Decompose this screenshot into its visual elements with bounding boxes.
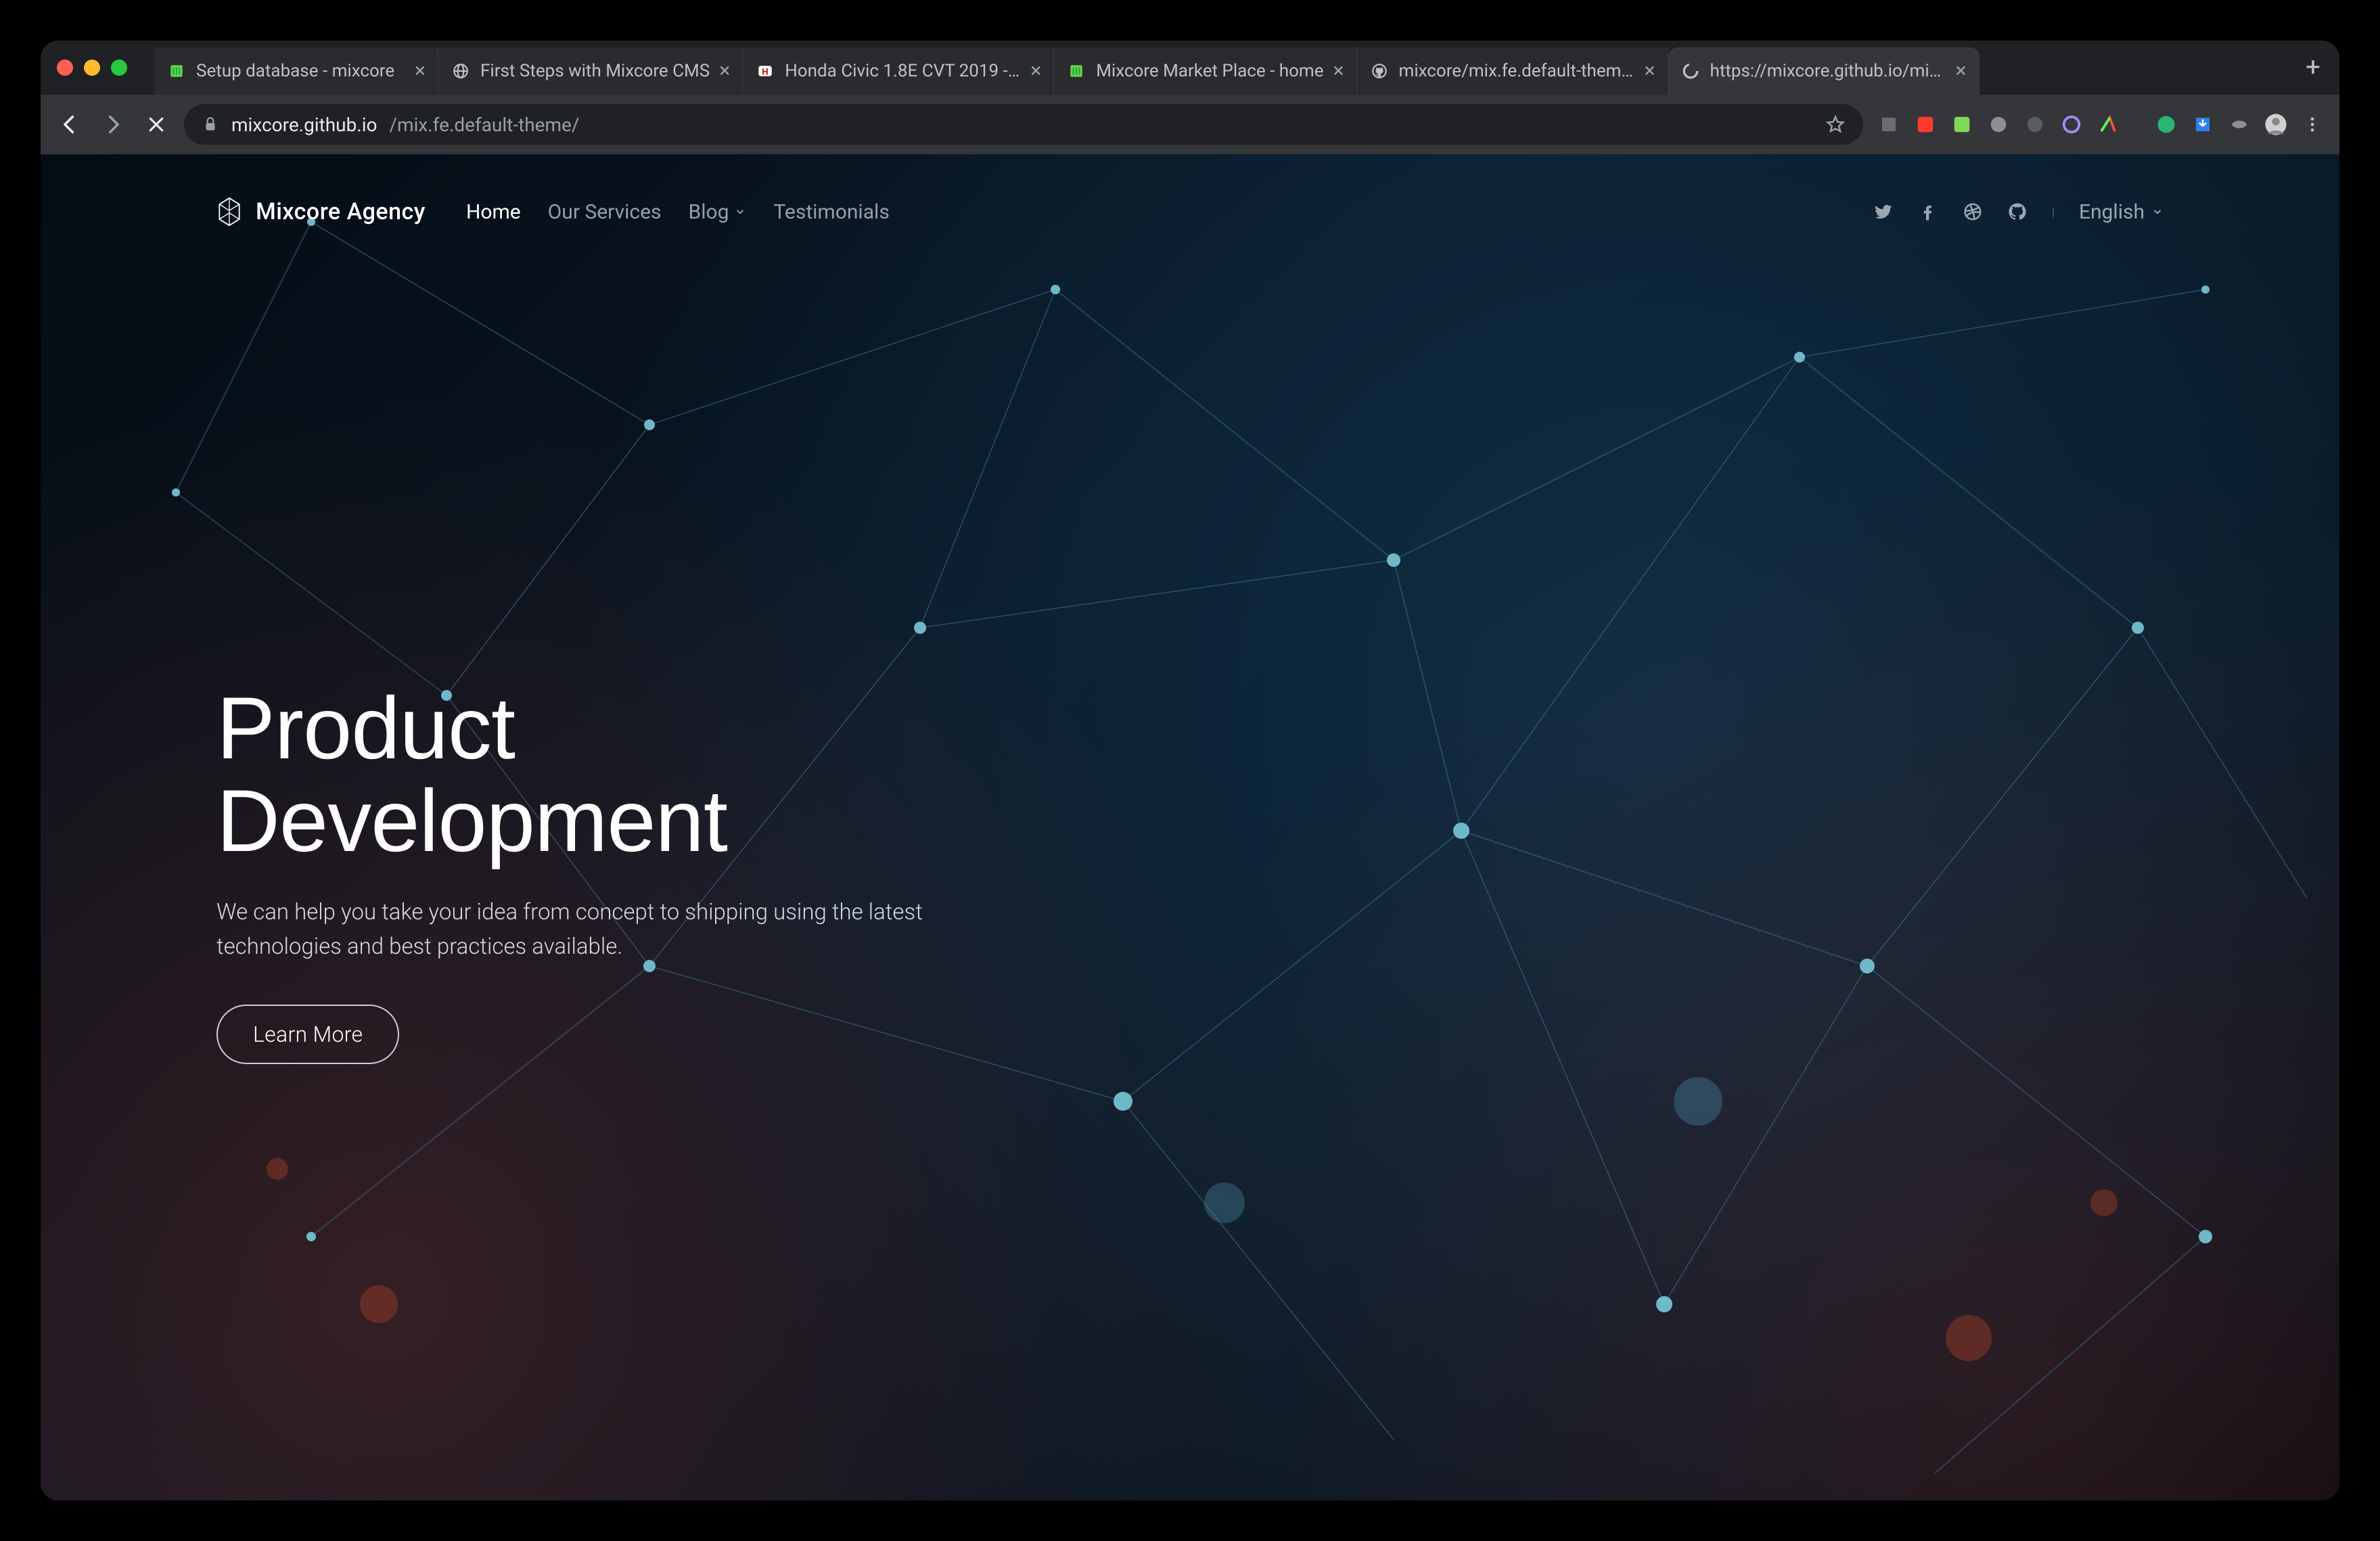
tab-strip: Setup database - mixcore × First Steps w… — [41, 41, 2339, 95]
nav-home[interactable]: Home — [466, 200, 521, 224]
tab-label: Honda Civic 1.8E CVT 2019 - 2 — [785, 61, 1021, 81]
tab-close-icon[interactable]: × — [1645, 61, 1655, 81]
bookmark-star-icon[interactable] — [1825, 114, 1846, 135]
page-viewport: Mixcore Agency Home Our Services Blog Te… — [41, 154, 2339, 1500]
window-maximize-button[interactable] — [111, 60, 127, 76]
hero-title-line2: Development — [216, 771, 727, 870]
extensions — [1875, 111, 2326, 138]
hero: Product Development We can help you take… — [216, 682, 1042, 1064]
forward-button[interactable] — [97, 109, 129, 140]
address-bar[interactable]: mixcore.github.io/mix.fe.default-theme/ — [184, 104, 1863, 145]
loading-favicon-icon — [1680, 61, 1701, 81]
stop-button[interactable] — [141, 109, 172, 140]
ext-icon[interactable] — [2189, 111, 2216, 138]
brand-name: Mixcore Agency — [256, 198, 426, 225]
mixcore-favicon-icon — [166, 61, 187, 81]
github-favicon-icon — [1369, 61, 1390, 81]
ext-icon[interactable] — [2021, 111, 2049, 138]
back-button[interactable] — [54, 109, 85, 140]
new-tab-button[interactable]: + — [2296, 51, 2330, 85]
window-controls — [57, 60, 127, 76]
honda-favicon-icon: H — [755, 61, 775, 81]
ext-icon[interactable] — [2153, 111, 2180, 138]
hero-title-line1: Product — [216, 678, 515, 777]
lock-icon — [202, 116, 219, 133]
learn-more-button[interactable]: Learn More — [216, 1005, 399, 1064]
nav-blog-label: Blog — [689, 200, 729, 224]
browser-toolbar: mixcore.github.io/mix.fe.default-theme/ — [41, 95, 2339, 154]
chevron-down-icon — [734, 206, 746, 218]
tab-label: First Steps with Mixcore CMS — [480, 61, 710, 81]
tab-close-icon[interactable]: × — [415, 61, 426, 81]
brand-logo-icon — [216, 197, 242, 227]
language-selector[interactable]: English — [2079, 200, 2164, 224]
hero-title: Product Development — [216, 682, 1042, 867]
ext-icon[interactable] — [2131, 111, 2143, 138]
nav-divider: | — [2052, 206, 2055, 218]
tab-close-icon[interactable]: × — [1333, 61, 1344, 81]
tab-close-icon[interactable]: × — [1956, 61, 1967, 81]
tab-label: Mixcore Market Place - home — [1096, 61, 1323, 81]
url-path: /mix.fe.default-theme/ — [390, 114, 580, 136]
github-icon[interactable] — [2007, 202, 2028, 222]
ext-icon[interactable] — [1875, 111, 1902, 138]
window-minimize-button[interactable] — [84, 60, 100, 76]
browser-window: Setup database - mixcore × First Steps w… — [41, 41, 2339, 1500]
tab-github-repo[interactable]: mixcore/mix.fe.default-themes × — [1357, 47, 1668, 95]
tab-setup-database[interactable]: Setup database - mixcore × — [154, 47, 438, 95]
browser-menu-icon[interactable] — [2299, 111, 2326, 138]
hero-subtitle: We can help you take your idea from conc… — [216, 895, 1042, 964]
tab-close-icon[interactable]: × — [1030, 61, 1041, 81]
tab-label: Setup database - mixcore — [196, 61, 405, 81]
ext-icon[interactable] — [1948, 111, 1975, 138]
tabs: Setup database - mixcore × First Steps w… — [154, 41, 2285, 95]
mixcore-favicon-icon — [1066, 61, 1086, 81]
twitter-icon[interactable] — [1873, 202, 1894, 222]
tab-label: mixcore/mix.fe.default-themes — [1399, 61, 1635, 81]
window-close-button[interactable] — [57, 60, 73, 76]
svg-text:H: H — [762, 67, 769, 77]
nav-services[interactable]: Our Services — [548, 200, 662, 224]
tab-current[interactable]: https://mixcore.github.io/mix.fe × — [1668, 47, 1979, 95]
facebook-icon[interactable] — [1918, 202, 1938, 222]
tab-first-steps[interactable]: First Steps with Mixcore CMS × — [438, 47, 743, 95]
brand[interactable]: Mixcore Agency — [216, 197, 426, 227]
url-host: mixcore.github.io — [231, 114, 377, 136]
ext-icon[interactable] — [1912, 111, 1939, 138]
ext-icon[interactable] — [2226, 111, 2253, 138]
ext-icon[interactable] — [1985, 111, 2012, 138]
globe-favicon-icon — [451, 61, 471, 81]
tab-honda[interactable]: H Honda Civic 1.8E CVT 2019 - 2 × — [743, 47, 1054, 95]
profile-avatar-icon[interactable] — [2262, 111, 2289, 138]
nav-right: | English — [1873, 200, 2164, 224]
nav-links: Home Our Services Blog Testimonials — [466, 200, 890, 224]
ext-icon[interactable] — [2058, 111, 2085, 138]
ext-icon[interactable] — [2095, 111, 2122, 138]
tab-label: https://mixcore.github.io/mix.fe — [1710, 61, 1946, 81]
tab-marketplace[interactable]: Mixcore Market Place - home × — [1054, 47, 1356, 95]
tab-close-icon[interactable]: × — [719, 61, 730, 81]
nav-blog[interactable]: Blog — [689, 200, 747, 224]
chevron-down-icon — [2151, 206, 2164, 218]
nav-testimonials[interactable]: Testimonials — [773, 200, 889, 224]
site-navbar: Mixcore Agency Home Our Services Blog Te… — [41, 154, 2339, 269]
dribbble-icon[interactable] — [1963, 202, 1983, 222]
language-label: English — [2079, 200, 2145, 224]
